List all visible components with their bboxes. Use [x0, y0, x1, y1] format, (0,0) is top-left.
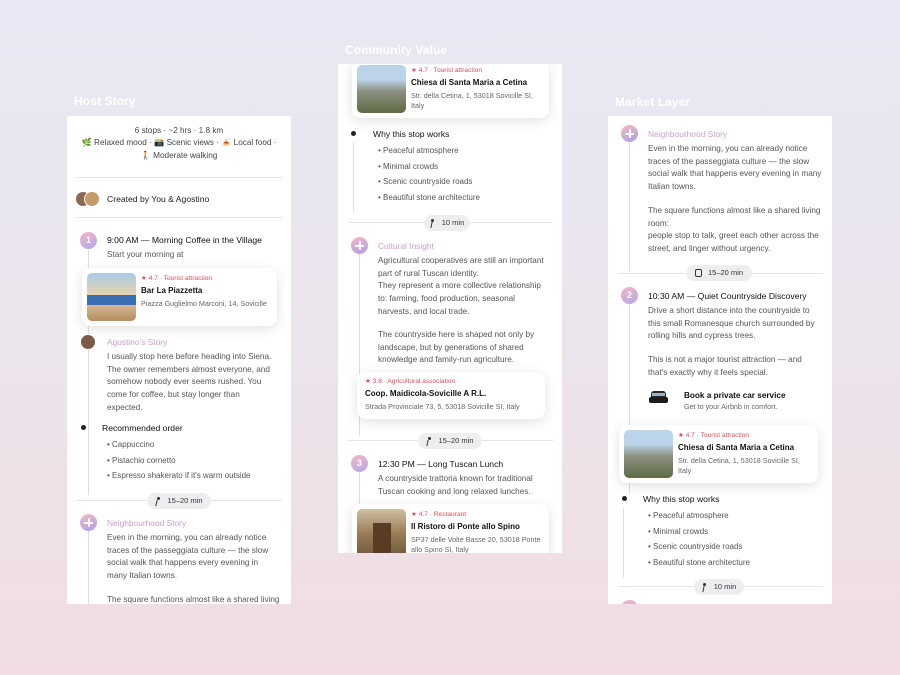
- stop-number-2: 2: [621, 287, 638, 304]
- place-rating: ★ 4.7 · Restaurant: [411, 511, 467, 518]
- why-item: • Scenic countryside roads: [648, 542, 743, 552]
- neighbourhood-story-text: Even in the morning, you can already not…: [107, 533, 269, 581]
- place-card-coop[interactable]: ★ 3.8 · Agricultural association Coop. M…: [357, 372, 545, 419]
- neighbourhood-story-text-2: The square functions almost like a share…: [648, 206, 821, 254]
- community-value-label: Community Value: [345, 43, 448, 57]
- agostino-story-title: Agostino's Story: [107, 337, 168, 347]
- stop-2-text-2: This is not a major tourist attraction —…: [648, 355, 802, 377]
- community-value-panel: ★ 4.7 · Tourist attraction Chiesa di San…: [338, 64, 562, 553]
- walking-icon: [426, 436, 432, 446]
- travel-time-pill: 10 min: [694, 579, 744, 595]
- why-list: • Peaceful atmosphere • Minimal crowds •…: [378, 143, 480, 205]
- place-card-bar-la-piazzetta[interactable]: ★ 4.7 · Tourist attraction Bar La Piazze…: [82, 268, 277, 326]
- place-card-chiesa[interactable]: ★ 4.7 · Tourist attraction Chiesa di San…: [352, 64, 549, 118]
- recommended-order-title: Recommended order: [102, 423, 183, 433]
- place-name: Chiesa di Santa Maria a Cetina: [678, 443, 795, 453]
- created-by: Created by You & Agostino: [107, 194, 210, 204]
- place-name: Il Ristoro di Ponte allo Spino: [411, 522, 520, 532]
- place-rating: ★ 3.8 · Agricultural association: [365, 378, 456, 385]
- avatar-agostino: [84, 191, 100, 207]
- stop-2-text: Drive a short distance into the countrys…: [648, 306, 815, 341]
- place-name: Bar La Piazzetta: [141, 286, 203, 296]
- host-story-panel: 6 stops · ~2 hrs · 1.8 km 🌿 Relaxed mood…: [67, 116, 291, 604]
- market-layer-panel: Neighbourhood Story Even in the morning,…: [608, 116, 832, 604]
- order-item: • Pistachio cornetto: [107, 455, 176, 465]
- why-item: • Beautiful stone architecture: [648, 557, 750, 567]
- travel-time-pill: 15–20 min: [147, 493, 211, 509]
- travel-time-pill: 15–20 min: [686, 265, 752, 281]
- agostino-story-text: I usually stop here before heading into …: [107, 352, 272, 412]
- place-photo: [357, 509, 406, 553]
- order-bullet: [81, 425, 86, 430]
- insight-plus-icon: [621, 600, 638, 604]
- host-story-label: Host Story: [74, 94, 136, 108]
- stop-number-3: 3: [351, 455, 368, 472]
- place-address: Piazza Guglielmo Marconi, 14, Sovicille: [141, 299, 267, 309]
- insight-plus-icon: [621, 125, 638, 142]
- insight-plus-icon: [351, 237, 368, 254]
- cultural-insight-text: Agricultural cooperatives are still an i…: [378, 256, 544, 316]
- why-item: • Minimal crowds: [378, 161, 439, 171]
- neighbourhood-story-title: Neighbourhood Story: [648, 129, 728, 139]
- stop-3-title: 12:30 PM — Long Tuscan Lunch: [378, 459, 504, 469]
- place-address: Str. della Cetina, 1, 53018 Sovicille SI…: [678, 456, 800, 476]
- place-card-chiesa[interactable]: ★ 4.7 · Tourist attraction Chiesa di San…: [619, 425, 818, 483]
- stop-3-text: A countryside trattoria known for tradit…: [378, 474, 533, 496]
- car-icon: [649, 391, 668, 405]
- why-item: • Peaceful atmosphere: [378, 146, 459, 155]
- recommended-order-list: • Cappuccino • Pistachio cornetto • Espr…: [107, 437, 251, 484]
- trip-tags: 🌿 Relaxed mood · 📸 Scenic views · 🍝 Loca…: [81, 138, 277, 148]
- place-name: Chiesa di Santa Maria a Cetina: [411, 78, 528, 88]
- agostino-avatar: [80, 334, 96, 350]
- bus-icon: [694, 269, 702, 277]
- trip-tags-2: 🚶 Moderate walking: [140, 150, 218, 160]
- walking-icon: [702, 582, 708, 592]
- trip-summary: 6 stops · ~2 hrs · 1.8 km: [134, 126, 224, 135]
- place-rating: ★ 4.7 · Tourist attraction: [411, 67, 483, 74]
- walking-icon: [430, 218, 436, 228]
- travel-time-pill: 10 min: [424, 215, 470, 231]
- stop-1-title: 9:00 AM — Morning Coffee in the Village: [107, 235, 262, 245]
- place-address: Str. della Cetina, 1, 53018 Sovicille SI…: [411, 91, 533, 111]
- car-service-title: Book a private car service: [684, 391, 786, 400]
- why-item: • Peaceful atmosphere: [648, 511, 729, 520]
- why-item: • Scenic countryside roads: [378, 177, 473, 187]
- neighbourhood-story-title: Neighbourhood Story: [107, 518, 187, 528]
- order-item: • Cappuccino: [107, 440, 155, 449]
- place-rating: ★ 4.7 · Tourist attraction: [141, 275, 213, 282]
- neighbourhood-story-text: Even in the morning, you can already not…: [648, 144, 822, 192]
- neighbourhood-story-text-2: The square functions almost like a share…: [107, 595, 280, 604]
- place-photo: [357, 65, 406, 113]
- place-card-ristoro[interactable]: ★ 4.7 · Restaurant Il Ristoro di Ponte a…: [352, 504, 549, 553]
- why-bullet: [351, 131, 356, 136]
- why-stop-works-title: Why this stop works: [373, 129, 450, 139]
- why-item: • Minimal crowds: [648, 526, 709, 536]
- stop-1-subtitle: Start your morning at: [107, 250, 184, 259]
- travel-time-pill: 15–20 min: [418, 433, 482, 449]
- place-photo: [87, 273, 136, 321]
- insight-plus-icon: [80, 514, 97, 531]
- place-address: Strada Provinciale 73, 5, 53018 Sovicill…: [365, 402, 520, 412]
- place-rating: ★ 4.7 · Tourist attraction: [678, 432, 750, 439]
- why-item: • Beautiful stone architecture: [378, 192, 480, 202]
- market-layer-label: Market Layer: [615, 95, 691, 109]
- car-service-banner[interactable]: Book a private car service Get to your A…: [646, 385, 811, 415]
- car-service-subtitle: Get to your Airbnb in comfort.: [684, 402, 778, 411]
- stop-number-1: 1: [80, 232, 97, 249]
- place-name: Coop. Maidicola-Sovicille A R.L.: [365, 389, 487, 399]
- why-bullet: [622, 496, 627, 501]
- order-item: • Espresso shakerato if it's warm outsid…: [107, 471, 251, 481]
- place-photo: [624, 430, 673, 478]
- cultural-insight-text-2: The countryside here is shaped not only …: [378, 330, 535, 365]
- why-list: • Peaceful atmosphere • Minimal crowds •…: [648, 508, 750, 570]
- why-stop-works-title: Why this stop works: [643, 494, 720, 504]
- stop-2-title: 10:30 AM — Quiet Countryside Discovery: [648, 291, 807, 301]
- cultural-insight-title: Cultural Insight: [378, 241, 434, 251]
- walking-icon: [155, 496, 161, 506]
- place-address: SP37 delle Volte Basse 20, 53018 Ponte a…: [411, 535, 541, 553]
